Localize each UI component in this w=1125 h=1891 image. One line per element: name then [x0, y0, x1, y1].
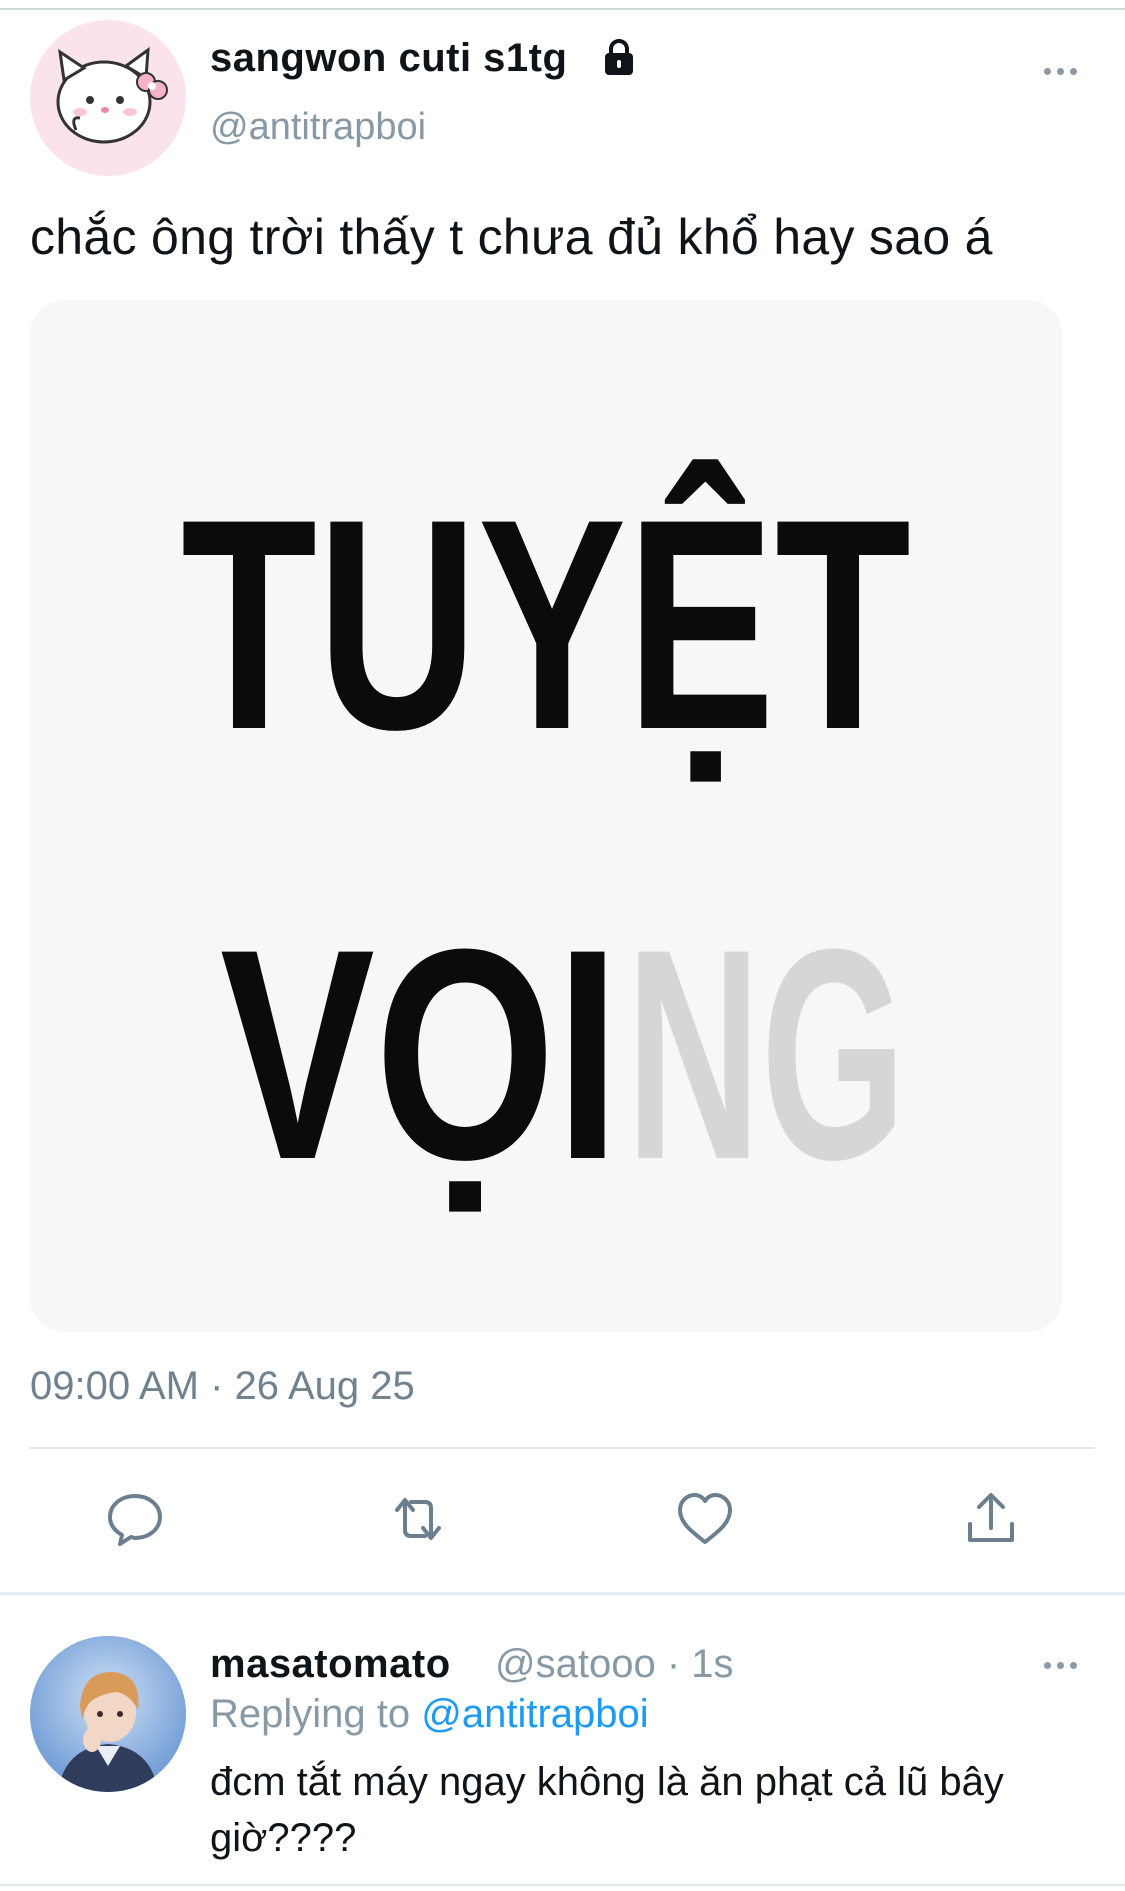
replying-to-label: Replying to — [210, 1692, 422, 1736]
reply-bubble-icon — [108, 1494, 162, 1546]
heart-icon — [678, 1493, 732, 1544]
top-divider — [0, 8, 1125, 10]
author-handle[interactable]: @antitrapboi — [210, 106, 426, 149]
reply-text: đcm tắt máy ngay không là ăn phạt cả lũ … — [210, 1760, 1004, 1860]
replying-to-mention-link[interactable]: @antitrapboi — [421, 1692, 648, 1736]
author-avatar[interactable] — [30, 20, 186, 176]
share-button[interactable] — [960, 1488, 1022, 1550]
more-dot-icon — [1070, 1662, 1077, 1669]
reply-author-avatar[interactable] — [30, 1636, 186, 1792]
reply-author-display-name[interactable]: masatomato — [210, 1642, 451, 1687]
reply-handle-and-time[interactable]: @satooo · 1s — [495, 1642, 734, 1687]
replying-to-line: Replying to @antitrapboi — [210, 1692, 649, 1737]
tweet-text: chắc ông trời thấy t chưa đủ khổ hay sao… — [30, 209, 993, 265]
reply-button[interactable] — [104, 1488, 166, 1550]
more-dot-icon — [1044, 1662, 1051, 1669]
more-dot-icon — [1057, 68, 1064, 75]
divider — [30, 1447, 1095, 1449]
tweet-media-image[interactable]: TUYỆT VỌI NG — [30, 300, 1062, 1332]
more-options-button[interactable] — [1044, 68, 1077, 75]
retweet-icon — [395, 1498, 441, 1540]
retweet-button[interactable] — [387, 1488, 449, 1550]
media-line-2-faded: NG — [626, 886, 906, 1222]
bottom-divider — [0, 1884, 1125, 1886]
more-dot-icon — [1057, 1662, 1064, 1669]
more-dot-icon — [1044, 68, 1051, 75]
like-button[interactable] — [674, 1488, 736, 1550]
reply-more-options-button[interactable] — [1044, 1662, 1077, 1669]
media-line-2-dark: VỌI — [220, 886, 620, 1222]
section-divider — [0, 1592, 1125, 1595]
media-line-1: TUYỆT — [181, 456, 911, 792]
kitty-avatar-image — [30, 20, 186, 176]
more-dot-icon — [1070, 68, 1077, 75]
tweet-timestamp[interactable]: 09:00 AM · 26 Aug 25 — [30, 1364, 415, 1409]
author-display-name[interactable]: sangwon cuti s1tg — [210, 36, 567, 81]
person-avatar-image — [30, 1636, 186, 1792]
tuyet-vong-meme-image: TUYỆT VỌI NG — [181, 456, 911, 1222]
share-upload-icon — [968, 1493, 1014, 1542]
lock-icon — [598, 36, 640, 78]
